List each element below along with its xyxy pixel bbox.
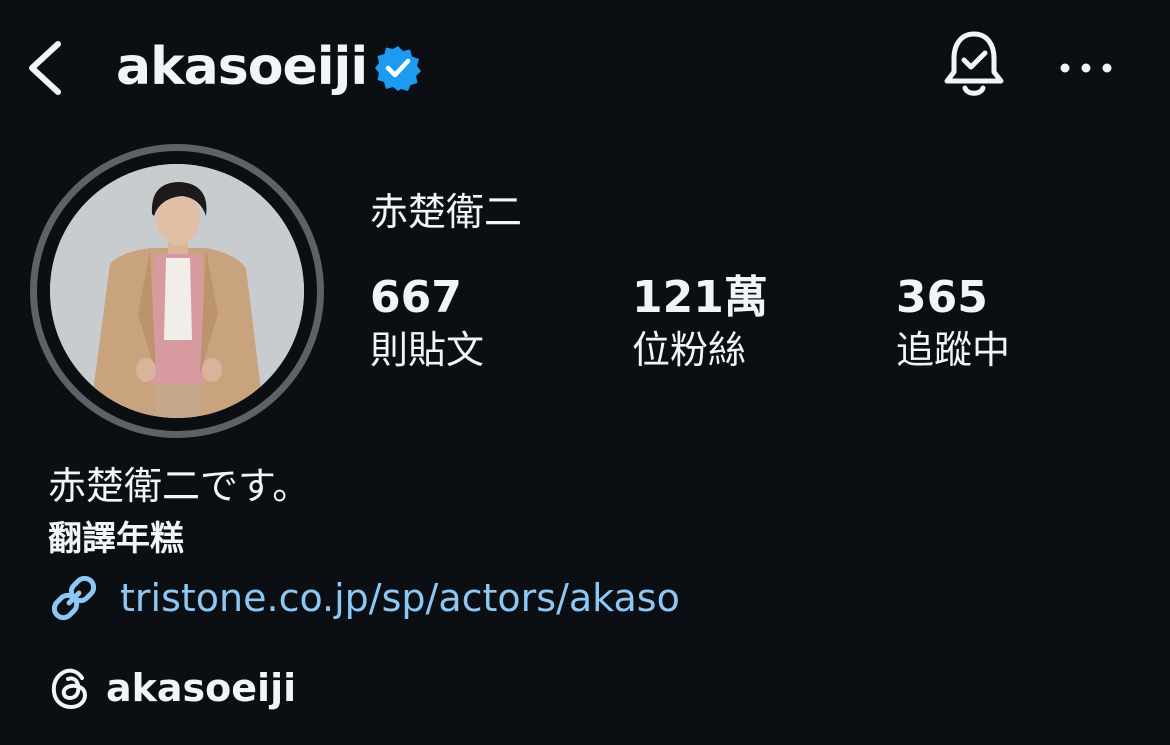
verified-badge-icon <box>374 44 422 92</box>
bio-link[interactable]: tristone.co.jp/sp/actors/akaso <box>48 570 680 626</box>
avatar[interactable] <box>50 164 304 418</box>
posts-count: 667 <box>370 272 462 323</box>
header-username: akasoeiji <box>116 37 368 97</box>
bio-link-text: tristone.co.jp/sp/actors/akaso <box>120 576 680 620</box>
threads-icon <box>51 668 88 710</box>
more-options-button[interactable] <box>1056 48 1116 88</box>
translate-bio-button[interactable]: 翻譯年糕 <box>48 514 184 564</box>
profile-photo <box>50 164 304 418</box>
followers-count: 121萬 <box>632 272 768 323</box>
link-icon <box>51 575 97 621</box>
notifications-button[interactable] <box>938 28 1010 104</box>
back-button[interactable] <box>22 36 72 98</box>
posts-label: 則貼文 <box>370 328 485 372</box>
followers-label: 位粉絲 <box>632 328 747 372</box>
bell-check-icon <box>944 31 1004 96</box>
threads-profile-link[interactable]: akasoeiji <box>48 660 296 716</box>
following-stat[interactable]: 365 追蹤中 <box>896 272 1010 376</box>
following-count: 365 <box>896 272 988 323</box>
chevron-left-icon <box>29 41 61 95</box>
bio-text: 赤楚衛二です。 <box>48 464 311 508</box>
posts-stat[interactable]: 667 則貼文 <box>370 272 484 376</box>
more-horizontal-icon <box>1060 63 1112 73</box>
followers-stat[interactable]: 121萬 位粉絲 <box>632 272 768 376</box>
following-label: 追蹤中 <box>896 328 1011 372</box>
display-name: 赤楚衛二 <box>370 190 523 234</box>
threads-handle: akasoeiji <box>106 666 297 710</box>
